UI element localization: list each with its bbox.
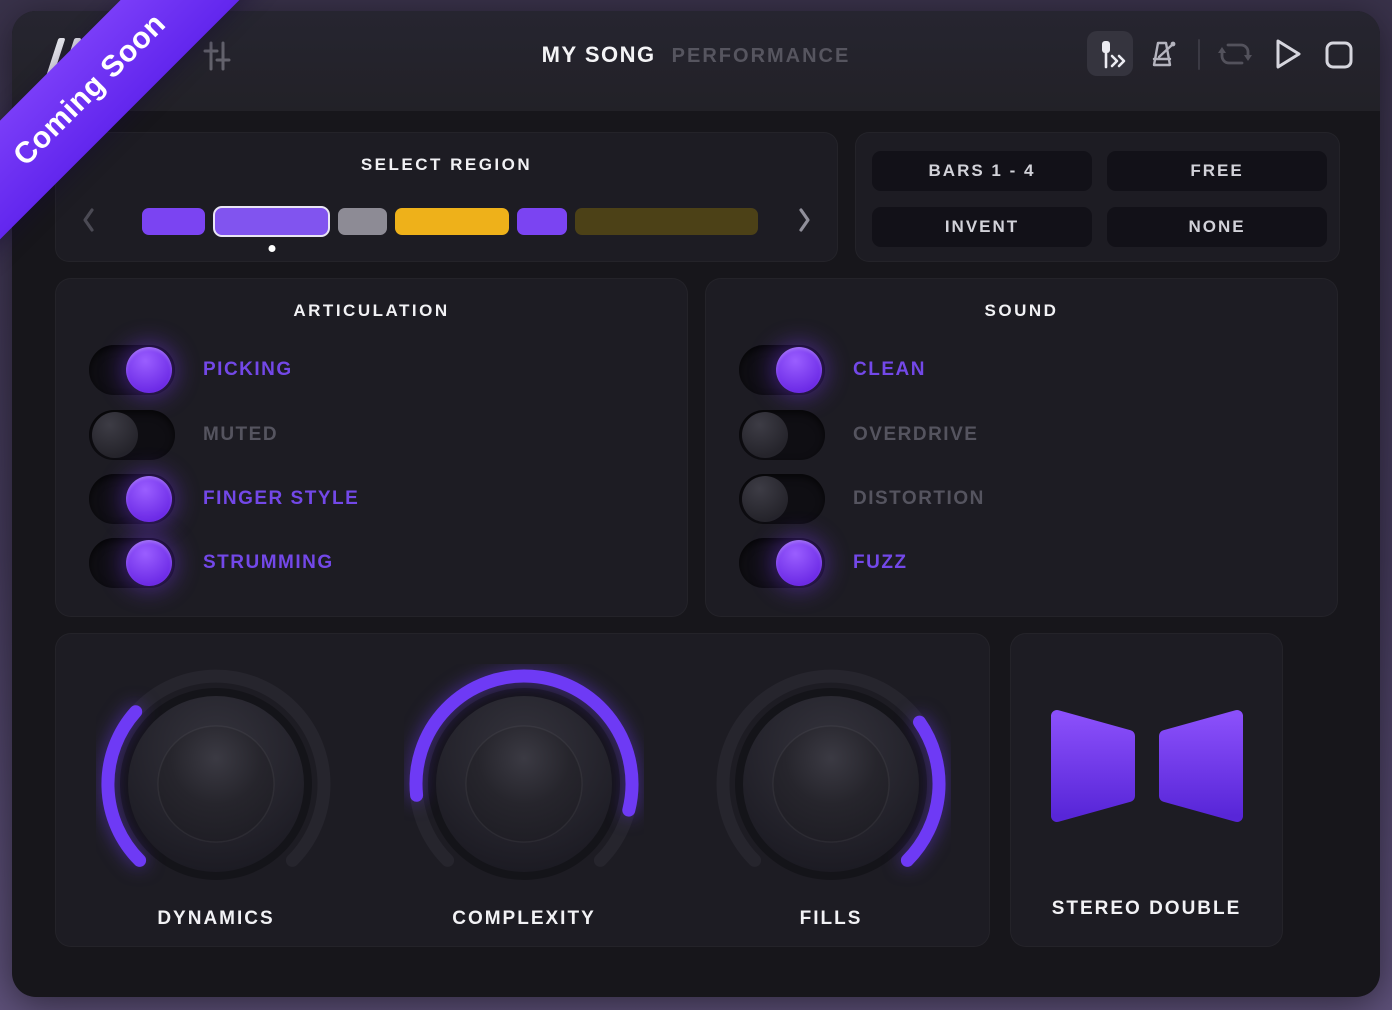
- toggle-knob: [126, 540, 172, 586]
- stop-icon: [1323, 39, 1355, 71]
- toggle-label: FINGER STYLE: [203, 488, 359, 510]
- metronome-icon: [1146, 37, 1180, 71]
- follow-playhead-button[interactable]: [1087, 31, 1133, 76]
- play-icon: [1272, 36, 1304, 72]
- region-block[interactable]: [575, 208, 758, 235]
- fuzz-toggle[interactable]: [739, 538, 825, 588]
- toggle-row: PICKING: [89, 345, 293, 395]
- metronome-button[interactable]: [1146, 37, 1180, 71]
- toggle-row: STRUMMING: [89, 538, 334, 588]
- generation-panel: BARS 1 - 4 FREE INVENT NONE: [855, 132, 1340, 262]
- region-prev-chevron-icon[interactable]: [80, 207, 96, 233]
- loop-button[interactable]: [1215, 37, 1255, 71]
- stop-button[interactable]: [1322, 38, 1356, 71]
- clean-toggle[interactable]: [739, 345, 825, 395]
- fills-knob[interactable]: FILLS: [711, 664, 951, 930]
- articulation-title: ARTICULATION: [56, 301, 687, 321]
- toggle-row: FUZZ: [739, 538, 908, 588]
- region-block[interactable]: [395, 208, 509, 235]
- toggle-label: PICKING: [203, 359, 293, 381]
- toggle-label: STRUMMING: [203, 552, 334, 574]
- song-title: MY SONG: [542, 42, 656, 67]
- none-button[interactable]: NONE: [1107, 207, 1327, 247]
- toggle-label: OVERDRIVE: [853, 424, 978, 446]
- region-block[interactable]: [142, 208, 205, 235]
- invent-button[interactable]: INVENT: [872, 207, 1092, 247]
- stereo-double-icon[interactable]: [1047, 704, 1247, 828]
- region-row: [142, 205, 758, 237]
- sound-title: SOUND: [706, 301, 1337, 321]
- picking-toggle[interactable]: [89, 345, 175, 395]
- region-block[interactable]: [338, 208, 387, 235]
- toggle-knob: [776, 540, 822, 586]
- toggle-knob: [92, 412, 138, 458]
- top-bar: MY SONG PERFORMANCE: [12, 11, 1380, 111]
- knob-label: DYNAMICS: [96, 908, 336, 930]
- muted-toggle[interactable]: [89, 410, 175, 460]
- finger-style-toggle[interactable]: [89, 474, 175, 524]
- toggle-knob: [742, 412, 788, 458]
- view-title: PERFORMANCE: [672, 45, 851, 67]
- overdrive-toggle[interactable]: [739, 410, 825, 460]
- toggle-row: CLEAN: [739, 345, 926, 395]
- loop-icon: [1216, 37, 1254, 71]
- toggle-row: FINGER STYLE: [89, 474, 359, 524]
- region-block-selected[interactable]: [213, 206, 330, 237]
- bars-range-button[interactable]: BARS 1 - 4: [872, 151, 1092, 191]
- complexity-knob[interactable]: COMPLEXITY: [404, 664, 644, 930]
- select-region-panel: SELECT REGION: [55, 132, 838, 262]
- strumming-toggle[interactable]: [89, 538, 175, 588]
- articulation-panel: ARTICULATION PICKING MUTED FINGER STYLE …: [55, 278, 688, 617]
- sound-panel: SOUND CLEAN OVERDRIVE DISTORTION FUZZ: [705, 278, 1338, 617]
- select-region-title: SELECT REGION: [56, 155, 837, 175]
- free-button[interactable]: FREE: [1107, 151, 1327, 191]
- distortion-toggle[interactable]: [739, 474, 825, 524]
- toggle-label: DISTORTION: [853, 488, 985, 510]
- region-block[interactable]: [517, 208, 567, 235]
- toggle-label: FUZZ: [853, 552, 908, 574]
- region-next-chevron-icon[interactable]: [797, 207, 813, 233]
- toggle-knob: [126, 476, 172, 522]
- toggle-row: MUTED: [89, 410, 278, 460]
- dynamics-knob[interactable]: DYNAMICS: [96, 664, 336, 930]
- toggle-label: MUTED: [203, 424, 278, 446]
- toggle-knob: [742, 476, 788, 522]
- toggle-knob: [776, 347, 822, 393]
- play-button[interactable]: [1271, 35, 1305, 73]
- toggle-label: CLEAN: [853, 359, 926, 381]
- knob-label: COMPLEXITY: [404, 908, 644, 930]
- toggle-row: OVERDRIVE: [739, 410, 978, 460]
- knob-label: FILLS: [711, 908, 951, 930]
- toggle-row: DISTORTION: [739, 474, 985, 524]
- app-window: MY SONG PERFORMANCE: [12, 11, 1380, 997]
- stereo-double-panel: STEREO DOUBLE: [1010, 633, 1283, 947]
- knobs-panel: DYNAMICS COMPLEXITY FILLS: [55, 633, 990, 947]
- follow-playhead-icon: [1093, 37, 1127, 71]
- toggle-knob: [126, 347, 172, 393]
- toolbar-divider: [1198, 39, 1200, 70]
- stereo-double-label: STEREO DOUBLE: [1011, 898, 1282, 920]
